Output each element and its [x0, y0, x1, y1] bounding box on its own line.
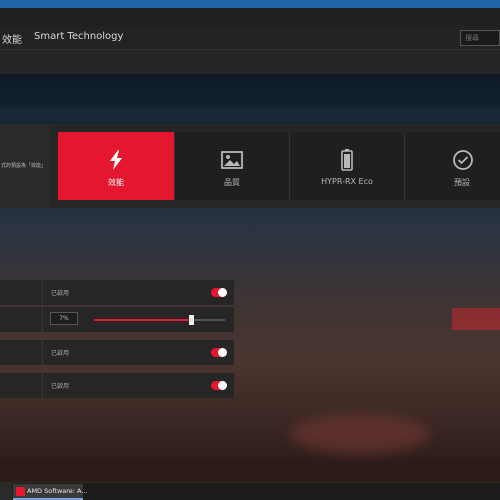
amd-app-icon — [16, 487, 25, 496]
row-divider — [42, 340, 43, 365]
setting-row-slider: 7% — [0, 307, 234, 332]
profile-tile-performance[interactable]: 效能 — [58, 132, 174, 200]
start-button[interactable] — [0, 483, 12, 500]
profile-tile-hypr-rx-eco[interactable]: HYPR-RX Eco — [289, 132, 404, 200]
setting-status: 已啟用 — [51, 290, 70, 297]
profile-tile-label: HYPR-RX Eco — [321, 177, 373, 186]
slider-fill — [94, 319, 191, 321]
profile-description: 式的預設為「效能」 — [0, 163, 46, 169]
row-divider — [42, 373, 43, 398]
profile-tile-default[interactable]: 預設 — [404, 132, 500, 200]
profile-tile-label: 品質 — [224, 178, 240, 187]
checkmark-circle-icon — [453, 150, 473, 170]
tab-performance[interactable]: 效能 — [2, 31, 22, 46]
setting-status: 已啟用 — [51, 383, 70, 390]
taskbar-app-amd-software[interactable]: AMD Software: A... — [13, 484, 88, 500]
setting-row: 已啟用 — [0, 280, 234, 305]
profile-description-panel: 式的預設為「效能」 — [0, 124, 50, 208]
scene-red-sign — [452, 308, 500, 330]
setting-toggle[interactable] — [211, 348, 227, 357]
setting-toggle[interactable] — [211, 381, 227, 390]
slider-value-box[interactable]: 7% — [50, 312, 78, 325]
nav-bar: 效能 Smart Technology — [0, 26, 500, 50]
sub-bar — [0, 50, 500, 74]
row-divider — [42, 307, 43, 332]
setting-status: 已啟用 — [51, 350, 70, 357]
slider-thumb[interactable] — [188, 315, 194, 325]
row-divider — [42, 280, 43, 305]
scene-sky-band — [0, 108, 500, 122]
toggle-knob — [218, 348, 227, 357]
tab-smart-technology[interactable]: Smart Technology — [34, 31, 123, 42]
setting-toggle[interactable] — [211, 288, 227, 297]
toggle-knob — [218, 288, 227, 297]
window-top-edge — [0, 0, 500, 8]
setting-row: 已啟用 — [0, 373, 234, 398]
profile-tile-quality[interactable]: 品質 — [174, 132, 289, 200]
lightning-icon — [110, 150, 122, 170]
setting-slider[interactable] — [94, 315, 225, 325]
taskbar: AMD Software: A... — [0, 482, 500, 500]
image-icon — [221, 151, 243, 169]
battery-icon — [341, 149, 353, 171]
search-input[interactable] — [460, 30, 500, 46]
profile-tile-label: 預設 — [454, 178, 470, 187]
toggle-knob — [218, 381, 227, 390]
taskbar-app-label: AMD Software: A... — [27, 487, 88, 495]
profile-tile-label: 效能 — [108, 178, 124, 187]
scene-glow — [290, 414, 430, 454]
setting-row: 已啟用 — [0, 340, 234, 365]
title-bar — [0, 8, 500, 26]
